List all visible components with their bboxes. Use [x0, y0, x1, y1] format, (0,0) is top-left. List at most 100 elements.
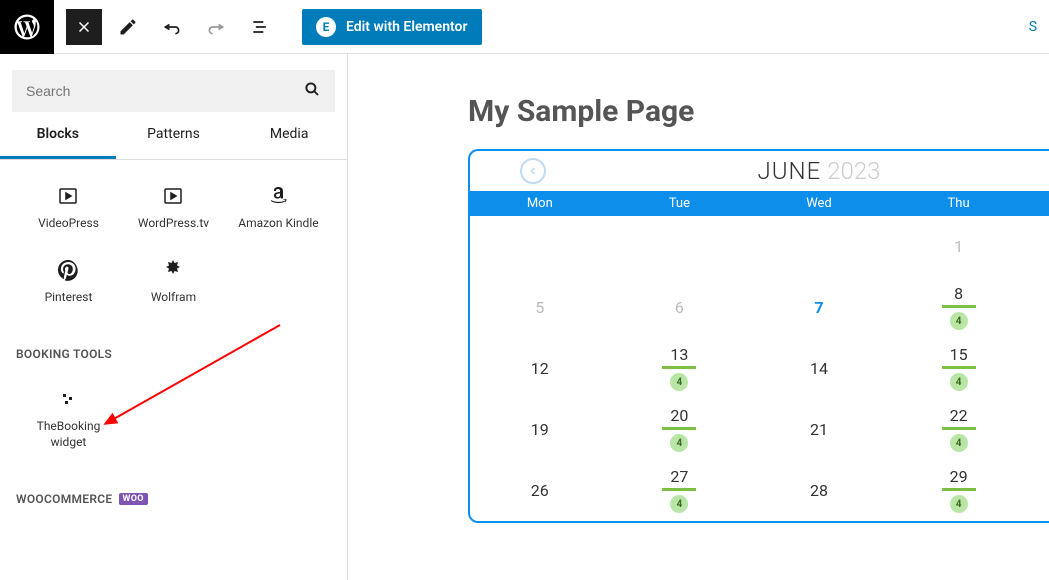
calendar-day-number: 27	[670, 467, 688, 486]
calendar-cell[interactable]: 9	[1028, 277, 1049, 337]
availability-line	[662, 427, 696, 430]
availability-line	[942, 427, 976, 430]
block-videopress[interactable]: VideoPress	[16, 172, 121, 246]
calendar-day-number: 28	[810, 481, 828, 500]
calendar-cell[interactable]: 22 4	[889, 399, 1029, 459]
redo-icon[interactable]	[198, 9, 234, 45]
day-name: Tue	[610, 191, 750, 216]
calendar-day-number: 13	[670, 345, 688, 364]
booking-calendar-block[interactable]: JUNE 2023 Mon Tue Wed Thu Fri 1256784912…	[468, 149, 1049, 523]
block-label: TheBooking widget	[20, 419, 117, 450]
calendar-cell[interactable]: 7	[749, 277, 889, 337]
elementor-label: Edit with Elementor	[346, 19, 468, 35]
day-name: Wed	[749, 191, 889, 216]
block-inserter-sidebar: Blocks Patterns Media VideoPress WordPre…	[0, 54, 348, 580]
calendar-cell[interactable]: 28	[749, 460, 889, 520]
calendar-day-number: 12	[531, 359, 549, 378]
calendar-cell[interactable]: 16	[1028, 338, 1049, 398]
block-wordpress-tv[interactable]: WordPress.tv	[121, 172, 226, 246]
calendar-cell[interactable]: 1	[889, 216, 1029, 276]
block-pinterest[interactable]: Pinterest	[16, 246, 121, 320]
block-amazon-kindle[interactable]: Amazon Kindle	[226, 172, 331, 246]
wordpress-tv-icon	[125, 182, 222, 210]
search-input[interactable]	[26, 83, 303, 99]
calendar-cell[interactable]: 29 4	[889, 460, 1029, 520]
calendar-day-number: 7	[814, 298, 823, 317]
tab-media[interactable]: Media	[231, 112, 347, 159]
edit-icon[interactable]	[110, 9, 146, 45]
calendar-cell[interactable]: 30	[1028, 460, 1049, 520]
close-panel-button[interactable]	[66, 9, 102, 45]
calendar-day-number: 5	[535, 298, 544, 317]
block-label: WordPress.tv	[125, 216, 222, 232]
sidebar-tabs: Blocks Patterns Media	[0, 112, 347, 160]
availability-line	[662, 366, 696, 369]
calendar-cell[interactable]: 20 4	[610, 399, 750, 459]
calendar-day-number: 22	[950, 406, 968, 425]
calendar-cell[interactable]: 15 4	[889, 338, 1029, 398]
section-booking-tools: BOOKING TOOLS	[16, 347, 331, 361]
block-thebooking-widget[interactable]: TheBooking widget	[16, 375, 121, 464]
topbar-controls	[54, 9, 290, 45]
day-name: Fri	[1028, 191, 1049, 216]
edit-with-elementor-button[interactable]: E Edit with Elementor	[302, 9, 482, 45]
calendar-day-number: 29	[950, 467, 968, 486]
search-icon	[303, 80, 321, 102]
calendar-cell[interactable]: 21	[749, 399, 889, 459]
elementor-badge-icon: E	[316, 17, 336, 37]
calendar-cell[interactable]: 84	[889, 277, 1029, 337]
page-title[interactable]: My Sample Page	[468, 94, 1049, 129]
availability-line	[942, 366, 976, 369]
calendar-month: JUNE	[758, 157, 822, 185]
tab-patterns[interactable]: Patterns	[116, 112, 232, 159]
availability-line	[662, 488, 696, 491]
calendar-cell[interactable]: 27 4	[610, 460, 750, 520]
calendar-cell[interactable]: 26	[470, 460, 610, 520]
calendar-day-number: 14	[810, 359, 828, 378]
day-name: Thu	[889, 191, 1029, 216]
save-indicator: S	[1029, 19, 1037, 35]
calendar-cell	[610, 216, 750, 276]
section-woo-label: WOOCOMMERCE	[16, 492, 113, 506]
calendar-day-number: 19	[531, 420, 549, 439]
calendar-cell[interactable]: 12	[470, 338, 610, 398]
calendar-cell	[470, 216, 610, 276]
calendar-cell[interactable]: 2	[1028, 216, 1049, 276]
tab-blocks[interactable]: Blocks	[0, 112, 116, 159]
search-box	[12, 70, 335, 112]
calendar-day-names: Mon Tue Wed Thu Fri	[470, 191, 1049, 216]
block-wolfram[interactable]: Wolfram	[121, 246, 226, 320]
wp-logo[interactable]	[0, 0, 54, 54]
blocks-panel[interactable]: VideoPress WordPress.tv Amazon Kindle	[0, 160, 347, 580]
calendar-day-number: 8	[954, 284, 963, 303]
calendar-cell[interactable]: 134	[610, 338, 750, 398]
videopress-icon	[20, 182, 117, 210]
undo-icon[interactable]	[154, 9, 190, 45]
outline-icon[interactable]	[242, 9, 278, 45]
calendar-header: JUNE 2023	[470, 151, 1049, 191]
availability-badge: 4	[950, 373, 968, 391]
availability-badge: 4	[950, 312, 968, 330]
thebooking-icon	[20, 385, 117, 413]
calendar-cell[interactable]: 19	[470, 399, 610, 459]
block-label: Amazon Kindle	[230, 216, 327, 232]
calendar-day-number: 20	[670, 406, 688, 425]
section-woocommerce: WOOCOMMERCE WOO	[16, 492, 331, 506]
calendar-day-number: 1	[954, 237, 963, 256]
block-label: Pinterest	[20, 290, 117, 306]
calendar-cell[interactable]: 23	[1028, 399, 1049, 459]
availability-badge: 4	[670, 495, 688, 513]
calendar-day-number: 15	[950, 345, 968, 364]
calendar-day-number: 6	[675, 298, 684, 317]
editor-canvas: My Sample Page JUNE 2023 Mon Tue Wed Thu…	[348, 54, 1049, 580]
calendar-cell[interactable]: 6	[610, 277, 750, 337]
editor-topbar: E Edit with Elementor S	[0, 0, 1049, 54]
availability-badge: 4	[670, 434, 688, 452]
block-label: VideoPress	[20, 216, 117, 232]
calendar-prev-button[interactable]	[520, 158, 546, 184]
calendar-cell[interactable]: 14	[749, 338, 889, 398]
availability-badge: 4	[950, 495, 968, 513]
availability-badge: 4	[950, 434, 968, 452]
calendar-cell[interactable]: 5	[470, 277, 610, 337]
woo-badge: WOO	[119, 493, 148, 505]
